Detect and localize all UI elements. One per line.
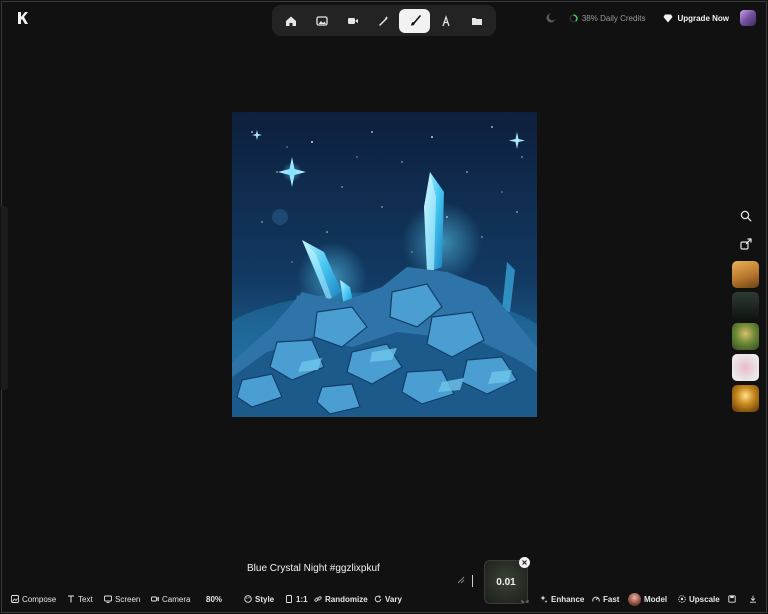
aspect-ratio-icon <box>286 595 292 603</box>
vary-button[interactable]: Vary <box>374 590 402 608</box>
krea-logo-icon[interactable] <box>16 11 30 25</box>
upgrade-button[interactable]: Upgrade Now <box>663 14 729 23</box>
magic-wand-icon <box>379 15 389 26</box>
tool-enhance[interactable] <box>369 9 400 33</box>
history-thumbnail[interactable] <box>732 385 759 412</box>
share-icon[interactable] <box>740 238 752 250</box>
compose-icon <box>11 595 19 603</box>
enhance-button[interactable]: Enhance <box>540 590 584 608</box>
user-avatar[interactable] <box>740 10 756 26</box>
compose-button[interactable]: Compose <box>11 590 56 608</box>
folder-icon <box>471 17 482 25</box>
crystal-night-artwork <box>232 112 537 417</box>
expand-icon-button[interactable] <box>521 590 529 608</box>
generated-image[interactable] <box>232 112 537 417</box>
history-thumbnail[interactable] <box>732 261 759 288</box>
monitor-icon <box>104 595 112 603</box>
aspect-ratio-button[interactable]: 1:1 <box>285 590 308 608</box>
camera-button[interactable]: Camera <box>151 590 190 608</box>
text-tool-icon <box>442 14 450 26</box>
tool-video[interactable] <box>338 9 369 33</box>
zoom-level[interactable]: 80% <box>206 590 222 608</box>
tool-home[interactable] <box>276 9 307 33</box>
upgrade-label: Upgrade Now <box>677 13 729 23</box>
tool-brush[interactable] <box>399 8 431 33</box>
text-button[interactable]: Text <box>67 590 93 608</box>
bottom-toolbar: Compose Text Screen Camera 80% Style 1:1… <box>0 590 768 608</box>
camera-icon <box>151 596 159 602</box>
credits-label: 38% Daily Credits <box>581 13 646 23</box>
credits-progress-ring-icon <box>569 13 578 23</box>
tool-text[interactable] <box>430 9 461 33</box>
model-avatar <box>628 592 641 606</box>
model-button[interactable]: Model <box>628 590 667 608</box>
save-button[interactable] <box>728 590 736 608</box>
style-button[interactable]: Style <box>244 590 274 608</box>
text-icon <box>68 595 74 603</box>
search-icon[interactable] <box>740 210 752 222</box>
header-right: 38% Daily Credits Upgrade Now <box>545 9 756 27</box>
screen-button[interactable]: Screen <box>104 590 140 608</box>
left-panel-handle[interactable] <box>1 206 8 390</box>
diamond-icon <box>663 14 673 22</box>
theme-toggle-icon[interactable] <box>545 12 557 24</box>
history-thumbnail[interactable] <box>732 354 759 381</box>
counter-value: 0.01 <box>496 576 516 588</box>
image-icon <box>316 15 328 26</box>
refresh-icon <box>374 595 382 603</box>
brush-icon <box>410 14 421 25</box>
link-icon <box>314 596 322 602</box>
counter-close-button[interactable] <box>519 557 530 568</box>
tool-assets[interactable] <box>461 9 492 33</box>
save-icon <box>728 595 736 603</box>
download-icon <box>750 595 756 603</box>
sparkle-icon <box>540 595 548 603</box>
tool-image[interactable] <box>307 9 338 33</box>
palette-icon <box>244 595 252 603</box>
prompt-input[interactable]: Blue Crystal Night #ggzlixpkuf <box>247 563 380 574</box>
download-button[interactable] <box>749 590 757 608</box>
daily-credits[interactable]: 38% Daily Credits <box>569 13 646 23</box>
home-icon <box>286 16 297 26</box>
upscale-button[interactable]: Upscale <box>678 590 720 608</box>
video-icon <box>348 17 359 24</box>
expand-icon <box>521 600 529 603</box>
randomize-button[interactable]: Randomize <box>314 590 368 608</box>
history-thumbnails <box>732 261 759 412</box>
history-thumbnail[interactable] <box>732 292 759 319</box>
upscale-icon <box>678 595 686 603</box>
history-thumbnail[interactable] <box>732 323 759 350</box>
close-icon <box>522 560 527 565</box>
resize-handle-icon[interactable] <box>457 576 465 584</box>
speed-fast-button[interactable]: Fast <box>592 590 619 608</box>
speedometer-icon <box>592 596 600 602</box>
text-cursor <box>472 575 473 587</box>
main-toolbar <box>272 5 496 36</box>
